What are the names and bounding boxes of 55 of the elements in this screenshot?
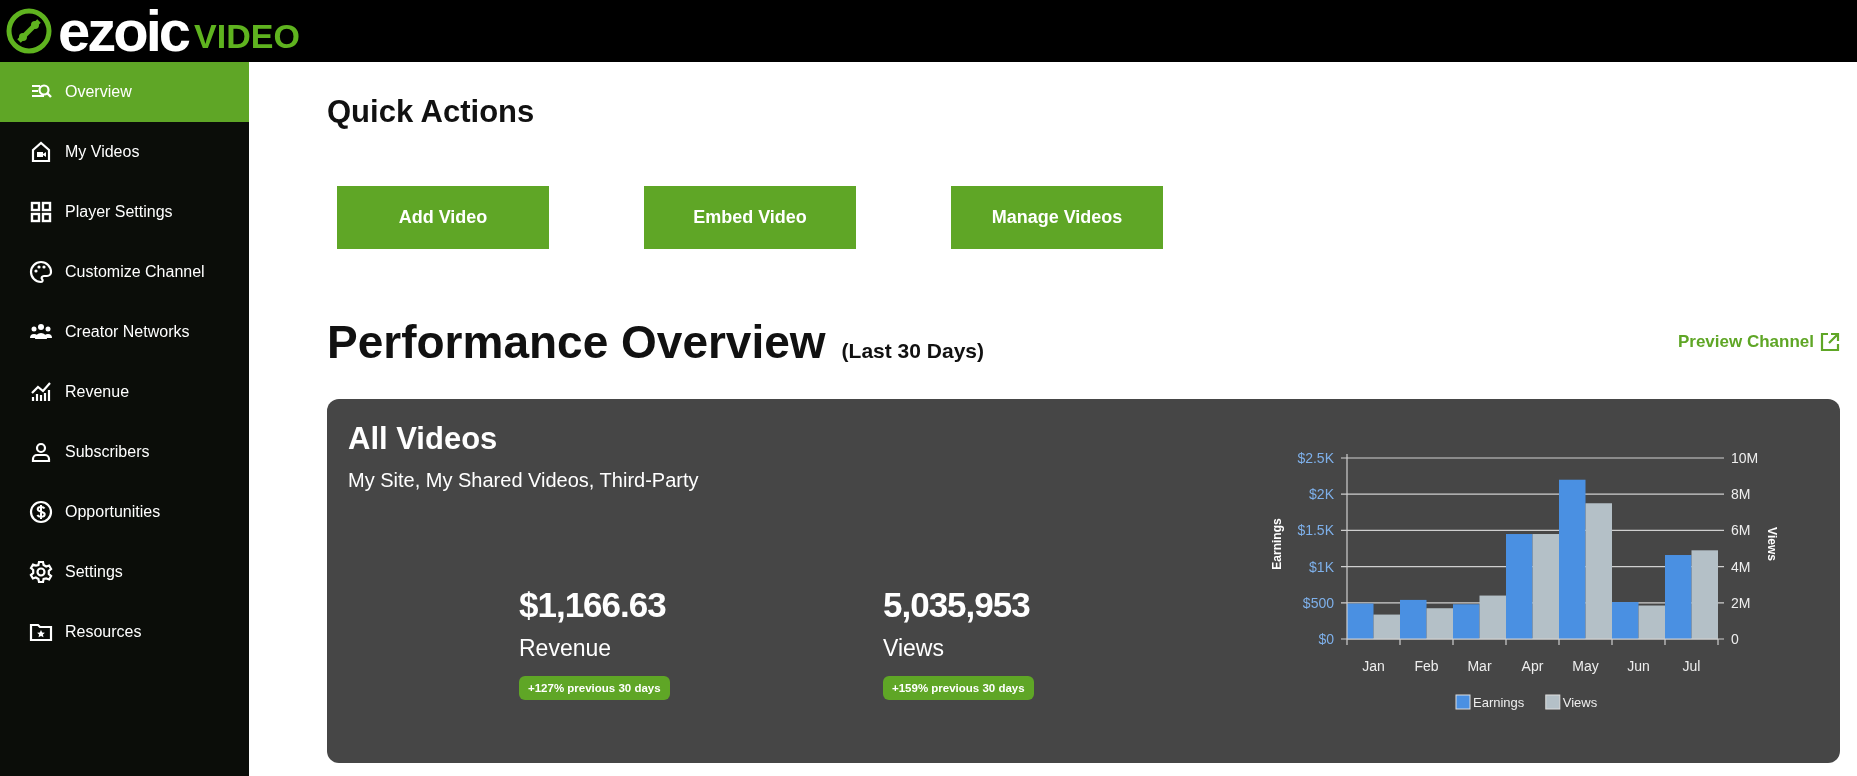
person-icon	[29, 440, 53, 464]
axis-tick-label: $500	[1302, 594, 1334, 611]
sidebar-item[interactable]: Opportunities	[0, 482, 249, 542]
sidebar-item[interactable]: Revenue	[0, 362, 249, 422]
sidebar-item[interactable]: Player Settings	[0, 182, 249, 242]
sidebar-item[interactable]: Creator Networks	[0, 302, 249, 362]
axis-tick-label: May	[1572, 658, 1599, 674]
logo-icon	[6, 8, 52, 54]
card-title: All Videos	[348, 421, 499, 457]
palette-icon	[29, 260, 53, 284]
axis-tick-label: 10M	[1731, 450, 1759, 466]
axis-title: Views	[1765, 527, 1779, 561]
change-badge: +127% previous 30 days	[519, 676, 670, 700]
axis-title: Earnings	[1270, 518, 1284, 570]
stat-label: Views	[883, 635, 944, 662]
bar	[1453, 604, 1480, 639]
axis-tick-label: Jul	[1682, 658, 1701, 674]
gear-icon	[29, 560, 53, 584]
axis-tick-label: $0	[1318, 631, 1334, 647]
axis-tick-label: $1K	[1309, 558, 1334, 575]
axis-tick-label: $2.5K	[1297, 450, 1334, 466]
axis-tick-label: $2K	[1309, 486, 1334, 503]
stat-value: 5,035,953	[883, 585, 1030, 625]
section-title: Quick Actions	[327, 94, 535, 130]
card-subtitle: My Site, My Shared Videos, Third-Party	[348, 469, 700, 492]
page-heading: Performance Overview	[327, 315, 826, 369]
axis-tick-label: Jan	[1362, 658, 1385, 674]
logo-text: ezoic	[58, 2, 189, 60]
stat-value: $1,166.63	[519, 585, 666, 625]
sidebar-item[interactable]: Resources	[0, 602, 249, 662]
chart-icon	[29, 380, 53, 404]
house-video-icon	[29, 140, 53, 164]
legend-label: Views	[1562, 695, 1598, 710]
sidebar-item[interactable]: Customize Channel	[0, 242, 249, 302]
axis-tick-label: Mar	[1467, 658, 1492, 674]
axis-tick-label: Apr	[1521, 658, 1544, 674]
axis-tick-label: Feb	[1414, 658, 1439, 674]
axis-tick-label: $1.5K	[1297, 522, 1334, 539]
sidebar-item[interactable]: My Videos	[0, 122, 249, 182]
logo-suffix: VIDEO	[194, 16, 300, 56]
grid-icon	[29, 200, 53, 224]
axis-tick-label: 8M	[1731, 486, 1751, 503]
external-link-icon	[1820, 332, 1840, 352]
stat-label: Revenue	[519, 635, 612, 662]
dollar-icon	[29, 500, 53, 524]
change-badge: +159% previous 30 days	[883, 676, 1034, 700]
axis-tick-label: 4M	[1731, 558, 1751, 575]
axis-tick-label: 2M	[1731, 594, 1751, 611]
period-label: (Last 30 Days)	[841, 339, 984, 363]
axis-tick-label: 0	[1731, 631, 1739, 647]
legend-label: Earnings	[1473, 695, 1525, 710]
sidebar-item[interactable]: Subscribers	[0, 422, 249, 482]
sidebar-item[interactable]: Settings	[0, 542, 249, 602]
axis-tick-label: Jun	[1627, 658, 1650, 674]
axis-tick-label: 6M	[1731, 522, 1751, 539]
